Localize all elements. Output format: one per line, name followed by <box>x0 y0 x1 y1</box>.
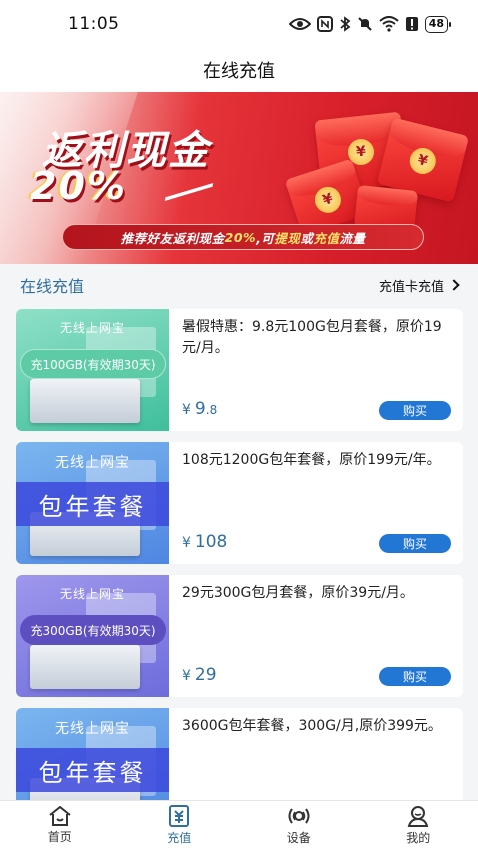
eye-icon <box>288 18 311 30</box>
product-card[interactable]: 无线上网宝 包年套餐 108元1200G包年套餐，原价199元/年。 ¥ 108… <box>16 442 463 564</box>
wifi-icon <box>379 16 399 32</box>
price-decimal: .8 <box>205 403 218 417</box>
buy-button[interactable]: 购买 <box>379 401 451 420</box>
status-icons: 48 <box>288 15 452 33</box>
product-description: 29元300G包月套餐，原价39元/月。 <box>182 585 414 601</box>
tab-profile[interactable]: 我的 <box>359 801 478 850</box>
product-thumbnail: 无线上网宝 充100GB(有效期30天) <box>16 309 169 431</box>
slogan-text: 流量 <box>339 230 366 246</box>
banner-accent-stroke <box>164 182 214 202</box>
thumbnail-label: 充100GB(有效期30天) <box>20 349 166 379</box>
price-main: 29 <box>194 665 217 685</box>
device-box-graphic <box>30 379 140 423</box>
thumbnail-label: 包年套餐 <box>16 482 169 526</box>
section-title: 在线充值 <box>20 277 85 296</box>
product-card[interactable]: 无线上网宝 充100GB(有效期30天) 暑假特惠：9.8元100G包月套餐，原… <box>16 309 463 431</box>
product-description: 暑假特惠：9.8元100G包月套餐，原价19元/月。 <box>182 319 442 356</box>
thumbnail-brand: 无线上网宝 <box>59 587 125 601</box>
product-info: 暑假特惠：9.8元100G包月套餐，原价19元/月。 <box>182 317 452 359</box>
price-main: 9 <box>194 399 206 419</box>
tab-label: 设备 <box>286 831 311 845</box>
product-info: 3600G包年套餐，300G/月,原价399元。 <box>182 716 452 737</box>
thumbnail-brand: 无线上网宝 <box>55 455 130 471</box>
chevron-right-icon <box>448 279 460 291</box>
slogan-text: 推荐好友返利现金 <box>120 230 225 246</box>
battery-indicator: 48 <box>424 15 452 33</box>
product-price: ¥ 9.8 <box>182 399 217 419</box>
thumbnail-label: 包年套餐 <box>16 748 169 792</box>
slogan-highlight: 提现 <box>274 230 301 246</box>
promo-banner[interactable]: 返利现金 20% ¥ ¥ ¥ 推荐好友返利现金 20% ,可 提现 或 充值 流… <box>0 92 478 264</box>
product-price: ¥ 29 <box>182 665 217 685</box>
mute-icon <box>357 17 372 31</box>
currency-symbol: ¥ <box>182 535 191 551</box>
product-card[interactable]: 无线上网宝 充300GB(有效期30天) 29元300G包月套餐，原价39元/月… <box>16 575 463 697</box>
product-description: 3600G包年套餐，300G/月,原价399元。 <box>182 718 442 734</box>
section-header: 在线充值 充值卡充值 <box>0 264 478 306</box>
thumbnail-label: 充300GB(有效期30天) <box>20 615 166 645</box>
currency-symbol: ¥ <box>182 668 191 684</box>
product-info: 108元1200G包年套餐，原价199元/年。 <box>182 450 452 471</box>
buy-button[interactable]: 购买 <box>379 667 451 686</box>
product-thumbnail: 无线上网宝 包年套餐 <box>16 442 169 564</box>
tab-device[interactable]: 设备 <box>239 801 359 850</box>
page-header: 在线充值 <box>0 48 478 92</box>
product-thumbnail: 无线上网宝 充300GB(有效期30天) <box>16 575 169 697</box>
thumbnail-brand: 无线上网宝 <box>55 721 130 737</box>
banner-percent: 20% <box>30 164 127 208</box>
nfc-icon <box>316 16 333 32</box>
profile-icon <box>407 806 429 827</box>
slogan-highlight: 20% <box>224 229 257 245</box>
tab-home[interactable]: 首页 <box>0 801 120 850</box>
status-time: 11:05 <box>68 14 120 34</box>
product-price: ¥ 108 <box>182 532 227 552</box>
screen: 11:05 48 在线充值 返利现金 20% ¥ ¥ ¥ 推荐好友返利现金 20… <box>0 0 478 850</box>
thumbnail-brand: 无线上网宝 <box>59 321 125 335</box>
status-bar: 11:05 48 <box>0 0 478 48</box>
product-list: 无线上网宝 充100GB(有效期30天) 暑假特惠：9.8元100G包月套餐，原… <box>16 309 463 841</box>
page-title: 在线充值 <box>203 61 275 82</box>
tab-label: 充值 <box>167 831 192 845</box>
device-box-graphic <box>30 645 140 689</box>
tab-label: 首页 <box>47 830 72 844</box>
device-icon <box>288 808 310 824</box>
product-description: 108元1200G包年套餐，原价199元/年。 <box>182 452 441 468</box>
slogan-text: ,可 <box>256 230 275 246</box>
home-icon <box>49 806 71 826</box>
product-info: 29元300G包月套餐，原价39元/月。 <box>182 583 452 604</box>
banner-slogan: 推荐好友返利现金 20% ,可 提现 或 充值 流量 <box>62 224 424 250</box>
alert-icon <box>405 17 418 31</box>
bottom-tab-bar: 首页 充值 设备 我的 <box>0 800 478 850</box>
price-main: 108 <box>194 532 228 552</box>
card-recharge-label: 充值卡充值 <box>378 279 444 295</box>
buy-button[interactable]: 购买 <box>379 534 451 553</box>
slogan-text: 或 <box>300 230 314 246</box>
tab-label: 我的 <box>406 831 431 845</box>
card-recharge-link[interactable]: 充值卡充值 <box>378 276 460 295</box>
bluetooth-icon <box>340 16 351 32</box>
currency-symbol: ¥ <box>182 402 191 418</box>
recharge-icon <box>169 805 190 827</box>
slogan-highlight: 充值 <box>313 230 340 246</box>
tab-recharge[interactable]: 充值 <box>120 801 240 850</box>
